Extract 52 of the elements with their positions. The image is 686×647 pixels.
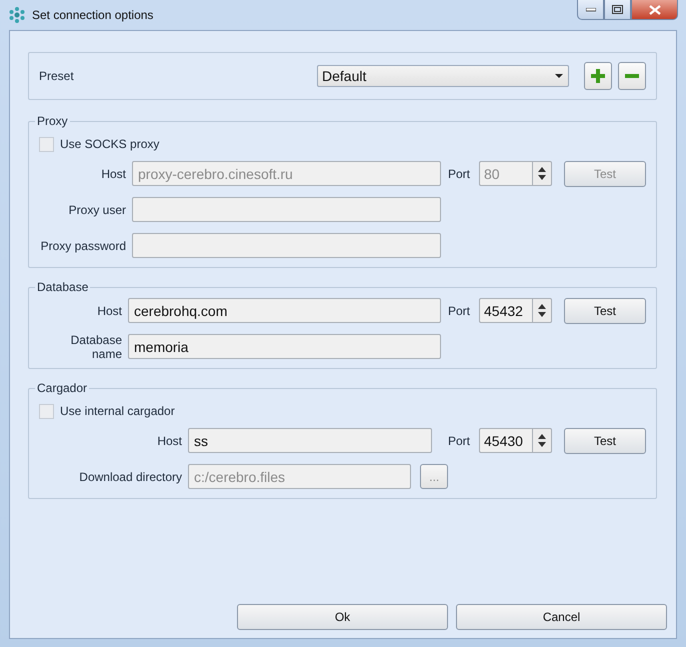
spin-buttons[interactable]	[532, 298, 552, 323]
group-title: Database	[36, 280, 90, 294]
spin-buttons[interactable]	[532, 161, 552, 186]
preset-dropdown[interactable]: Default	[317, 65, 569, 87]
field-label: Proxy password	[40, 238, 126, 252]
port-label: Port	[448, 166, 472, 180]
up-arrow-icon	[538, 304, 546, 309]
dialog-button[interactable]: Ok	[237, 604, 448, 630]
remove-button[interactable]	[618, 62, 646, 90]
maximize-button[interactable]	[604, 0, 631, 20]
port-field[interactable]: 45430	[479, 428, 532, 453]
field-label: Proxy user	[68, 202, 126, 216]
field-label: Host	[100, 166, 126, 180]
text-field[interactable]	[132, 197, 441, 222]
add-button[interactable]	[584, 62, 612, 90]
text-field[interactable]	[132, 233, 441, 258]
group-title: Cargador	[36, 381, 88, 395]
group-title: Proxy	[36, 114, 69, 128]
field-label: Database name	[70, 332, 122, 360]
caret-icon	[555, 74, 563, 78]
field-label: Host	[156, 434, 182, 448]
minus-icon	[625, 74, 639, 78]
port-field[interactable]: 45432	[479, 298, 532, 323]
field-label: Download directory	[78, 470, 182, 484]
dialog-button[interactable]: Cancel	[456, 604, 667, 630]
spin-buttons[interactable]	[532, 428, 552, 453]
app-icon	[8, 6, 26, 24]
checkbox[interactable]	[39, 404, 54, 418]
plus-icon	[591, 69, 605, 83]
text-field[interactable]: ss	[188, 428, 432, 453]
close-button[interactable]	[631, 0, 678, 20]
field-label: Host	[96, 304, 122, 318]
text-field[interactable]: memoria	[128, 334, 441, 359]
down-arrow-icon	[538, 175, 546, 180]
test-button[interactable]: Test	[564, 428, 646, 454]
checkbox-label: Use internal cargador	[60, 404, 175, 418]
checkbox[interactable]	[39, 136, 54, 152]
minimize-button[interactable]	[577, 0, 604, 20]
up-arrow-icon	[538, 434, 546, 439]
text-field[interactable]: cerebrohq.com	[128, 298, 441, 323]
minimize-icon	[586, 8, 596, 12]
test-button[interactable]: Test	[564, 298, 646, 324]
up-arrow-icon	[538, 166, 546, 172]
down-arrow-icon	[538, 442, 546, 448]
port-label: Port	[448, 304, 472, 318]
checkbox-label: Use SOCKS proxy	[60, 137, 160, 151]
close-icon	[648, 4, 660, 14]
maximize-icon	[612, 5, 623, 14]
preset-label: Preset	[39, 69, 75, 83]
down-arrow-icon	[538, 312, 546, 318]
window-title: Set connection options	[32, 8, 154, 22]
port-label: Port	[448, 434, 472, 448]
